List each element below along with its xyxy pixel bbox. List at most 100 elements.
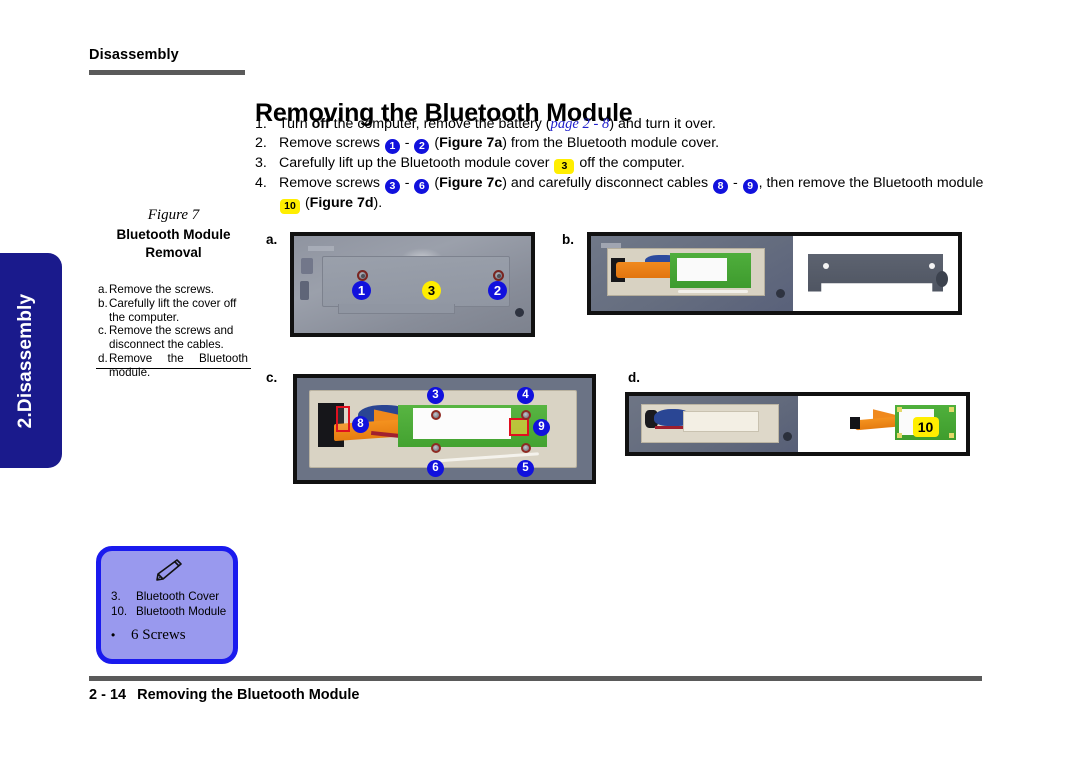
empty-bay-rubber-foot [783,431,793,441]
step-number: 4. [255,175,267,192]
figure-panel-b [587,232,962,315]
chapter-tab: 2.Disassembly [0,253,62,468]
note-bullet-item: • 6 Screws [111,627,186,644]
inline-badge-blue: 2 [414,139,430,155]
note-box: 3. Bluetooth Cover 10. Bluetooth Module • 6… [96,546,238,664]
note-item-key: 3. [111,590,121,603]
panel-letter-c: c. [266,370,278,385]
cover-screw-hole-1 [822,263,829,269]
panel-letter-d: d. [628,370,640,385]
screw-head-3 [431,410,441,420]
bluetooth-module-cover [322,256,510,315]
removed-cover-plate [807,254,944,292]
cover-latch-knob [936,270,949,287]
step-emphasis: Figure 7a [439,135,503,152]
page-cross-reference[interactable]: page 2 - 8 [551,116,610,132]
note-item-key: 10. [111,605,128,618]
callout-c-8: 8 [352,416,369,433]
figure-legend-text: Remove the screws. [109,283,215,296]
figure-legend-key: c. [98,324,108,338]
open-bay-area [591,236,793,311]
base-sticker [308,245,335,251]
note-bullet-marker: • [111,628,116,642]
module-pad-4 [948,432,954,438]
callout-c-3: 3 [427,387,444,404]
note-bullet-label: 6 Screws [131,627,186,643]
empty-bay-cavity [682,410,759,433]
screw-head-4 [521,410,531,420]
screw-head-5 [521,443,531,453]
removed-module-ribbon-end [849,417,860,430]
removed-module-backdrop: 10 [797,396,966,452]
step-text-run: Turn [279,116,312,132]
footer-title: Removing the Bluetooth Module [137,687,360,703]
step-emphasis: off [311,116,330,132]
step-text-run: ) and turn it over. [609,116,716,132]
running-head: Disassembly [89,47,179,63]
screw-head-2 [493,270,504,281]
base-vent-lower [299,280,310,300]
cable-highlight-9 [509,418,529,436]
callout-a-1: 1 [352,281,371,300]
module-pad-2 [948,406,954,412]
step-text-run: ( [430,175,440,192]
bluetooth-bay-well [607,248,765,296]
running-head-rule [89,70,245,75]
footer-page-number: 2 - 14 [89,687,127,703]
figure-title-line2: Removal [145,244,202,260]
step-text-run: ) and carefully disconnect cables [502,175,712,192]
step-text-run: ) from the Bluetooth module cover. [502,135,720,152]
note-item-label: Bluetooth Cover [136,590,220,603]
inline-badge-blue: 3 [384,179,400,195]
step-text-run: - [400,135,414,152]
note-list-item: 3. Bluetooth Cover [111,589,226,604]
module-pad-1 [897,406,903,412]
footer: 2 - 14 Removing the Bluetooth Module [89,687,359,703]
module-pad-3 [897,432,903,438]
step-text-run: Carefully lift up the Bluetooth module c… [279,155,554,172]
inline-badge-blue: 9 [742,179,758,195]
bay-green-pcb [670,252,752,288]
base-vent-upper [301,258,313,274]
inline-badge-blue: 1 [384,139,400,155]
step-text-run: ( [301,195,310,212]
step-number: 1. [255,116,267,132]
step-number: 2. [255,135,267,152]
figure-legend-item: b. Carefully lift the cover off the compu… [98,297,248,325]
figure-legend-key: a. [98,283,108,296]
inline-badge-yellow: 3 [554,159,575,175]
step-text: Remove screws 1 - 2 (Figure 7a) from the… [279,134,1000,155]
figure-legend: a. Remove the screws. b. Carefully lift the… [98,283,248,380]
note-item-label: Bluetooth Module [136,605,227,618]
step-text-run: ( [430,135,440,152]
empty-bay-area [629,396,798,452]
step-text-run: - [400,175,414,192]
step-text: Turn off the computer, remove the batter… [279,115,1000,134]
cover-plate-backdrop [792,236,958,311]
screw-head-1 [357,270,368,281]
cable-highlight-8 [336,406,350,432]
step-text: Carefully lift up the Bluetooth module c… [279,154,1000,175]
figure-legend-text: Remove the screws and disconnect the cab… [109,324,234,352]
callout-c-6: 6 [427,460,444,477]
callout-d-10: 10 [912,417,939,437]
callout-c-5: 5 [517,460,534,477]
figure-legend-text: Remove the Bluetooth module. [109,351,248,379]
instruction-step: 1. Turn off the computer, remove the batt… [255,115,1000,134]
step-text-run: , then remove the Bluetooth module [758,175,984,192]
panel-letter-a: a. [266,232,278,247]
instruction-step: 2. Remove screws 1 - 2 (Figure 7a) from t… [255,134,1000,155]
instruction-step: 3. Carefully lift up the Bluetooth module… [255,154,1000,175]
figure-title-line1: Bluetooth Module [116,227,231,242]
figure-legend-text: Carefully lift the cover off the compute… [109,296,237,324]
step-text-run: - [729,175,742,192]
chapter-tab-label: 2.Disassembly [15,293,36,428]
pen-icon [150,557,184,588]
figure-panel-d: 10 [625,392,970,456]
callout-a-2: 2 [488,281,507,300]
figure-panel-a: 1 3 2 [290,232,535,337]
step-text-run: ). [373,195,383,212]
callout-a-3: 3 [422,281,441,300]
bay-white-wire [678,290,749,294]
callout-c-9: 9 [533,419,550,436]
